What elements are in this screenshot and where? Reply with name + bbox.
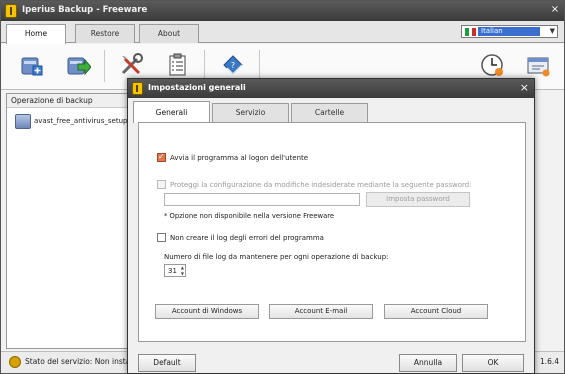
italian-flag-icon bbox=[465, 28, 476, 36]
title-bar[interactable]: Iperius Backup - Freeware × bbox=[1, 1, 564, 21]
app-logo-icon bbox=[132, 82, 143, 95]
language-value: Italian bbox=[478, 27, 540, 36]
list-item-label: avast_free_antivirus_setup.exe bbox=[34, 117, 133, 125]
tab-generali[interactable]: Generali bbox=[133, 101, 210, 123]
general-settings-dialog: Impostazioni generali × Generali Servizi… bbox=[127, 78, 535, 374]
scheduler-clock-icon[interactable] bbox=[479, 52, 505, 78]
checkbox-checked-icon[interactable] bbox=[157, 152, 166, 162]
tab-about[interactable]: About bbox=[139, 24, 199, 43]
help-book-icon[interactable]: ? bbox=[220, 52, 246, 78]
console-icon[interactable] bbox=[525, 52, 551, 78]
close-icon[interactable]: × bbox=[548, 4, 562, 17]
start-on-logon-label: Avvia il programma al logon dell'utente bbox=[170, 154, 309, 162]
ok-button[interactable]: OK bbox=[462, 354, 524, 372]
language-select[interactable]: Italian ▼ bbox=[461, 25, 558, 38]
cancel-button[interactable]: Annulla bbox=[399, 354, 457, 372]
protect-config-label: Proteggi la configurazione da modifiche … bbox=[170, 181, 472, 189]
dialog-title: Impostazioni generali bbox=[148, 83, 246, 92]
run-backup-icon[interactable] bbox=[65, 52, 91, 78]
dialog-title-bar[interactable]: Impostazioni generali × bbox=[128, 79, 534, 98]
chevron-down-icon: ▼ bbox=[549, 27, 555, 35]
list-item[interactable]: avast_free_antivirus_setup.exe bbox=[15, 114, 133, 130]
toolbar-divider bbox=[104, 50, 105, 82]
service-status-icon bbox=[9, 356, 21, 368]
new-backup-icon[interactable] bbox=[18, 52, 44, 78]
checklist-icon[interactable] bbox=[164, 52, 190, 78]
freeware-note: * Opzione non disponibile nella versione… bbox=[164, 212, 335, 220]
checkbox-disabled-icon bbox=[157, 180, 166, 189]
checkbox-unchecked-icon[interactable] bbox=[157, 233, 166, 242]
svg-text:?: ? bbox=[231, 61, 235, 70]
cloud-account-button[interactable]: Account Cloud bbox=[384, 304, 488, 319]
tab-cartelle[interactable]: Cartelle bbox=[291, 103, 368, 122]
version-label: 1.6.4 bbox=[540, 357, 560, 366]
backup-list-header[interactable]: Operazione di backup bbox=[7, 94, 131, 108]
close-icon[interactable]: × bbox=[520, 81, 529, 94]
email-account-button[interactable]: Account E-mail bbox=[269, 304, 373, 319]
tab-servizio[interactable]: Servizio bbox=[212, 103, 289, 122]
default-button[interactable]: Default bbox=[138, 354, 196, 372]
no-error-log-label: Non creare il log degli errori del progr… bbox=[170, 234, 324, 242]
tools-icon[interactable] bbox=[118, 52, 144, 78]
windows-account-button[interactable]: Account di Windows bbox=[155, 304, 259, 319]
spinner-arrows-icon[interactable]: ▲ ▼ bbox=[181, 265, 184, 276]
log-count-label: Numero di file log da mantenere per ogni… bbox=[164, 253, 389, 261]
window-title: Iperius Backup - Freeware bbox=[22, 5, 148, 15]
set-password-button: Imposta password bbox=[366, 192, 470, 207]
log-count-spinner[interactable]: 31 ▲ ▼ bbox=[164, 264, 186, 277]
password-input bbox=[164, 193, 360, 206]
tab-restore[interactable]: Restore bbox=[75, 24, 135, 43]
tab-home[interactable]: Home bbox=[6, 24, 66, 44]
drive-icon bbox=[15, 114, 31, 129]
app-logo-icon bbox=[5, 4, 17, 18]
backup-list-panel: Operazione di backup avast_free_antiviru… bbox=[6, 93, 133, 349]
log-count-value: 31 bbox=[168, 267, 177, 275]
settings-content: Avvia il programma al logon dell'utente … bbox=[138, 122, 526, 342]
